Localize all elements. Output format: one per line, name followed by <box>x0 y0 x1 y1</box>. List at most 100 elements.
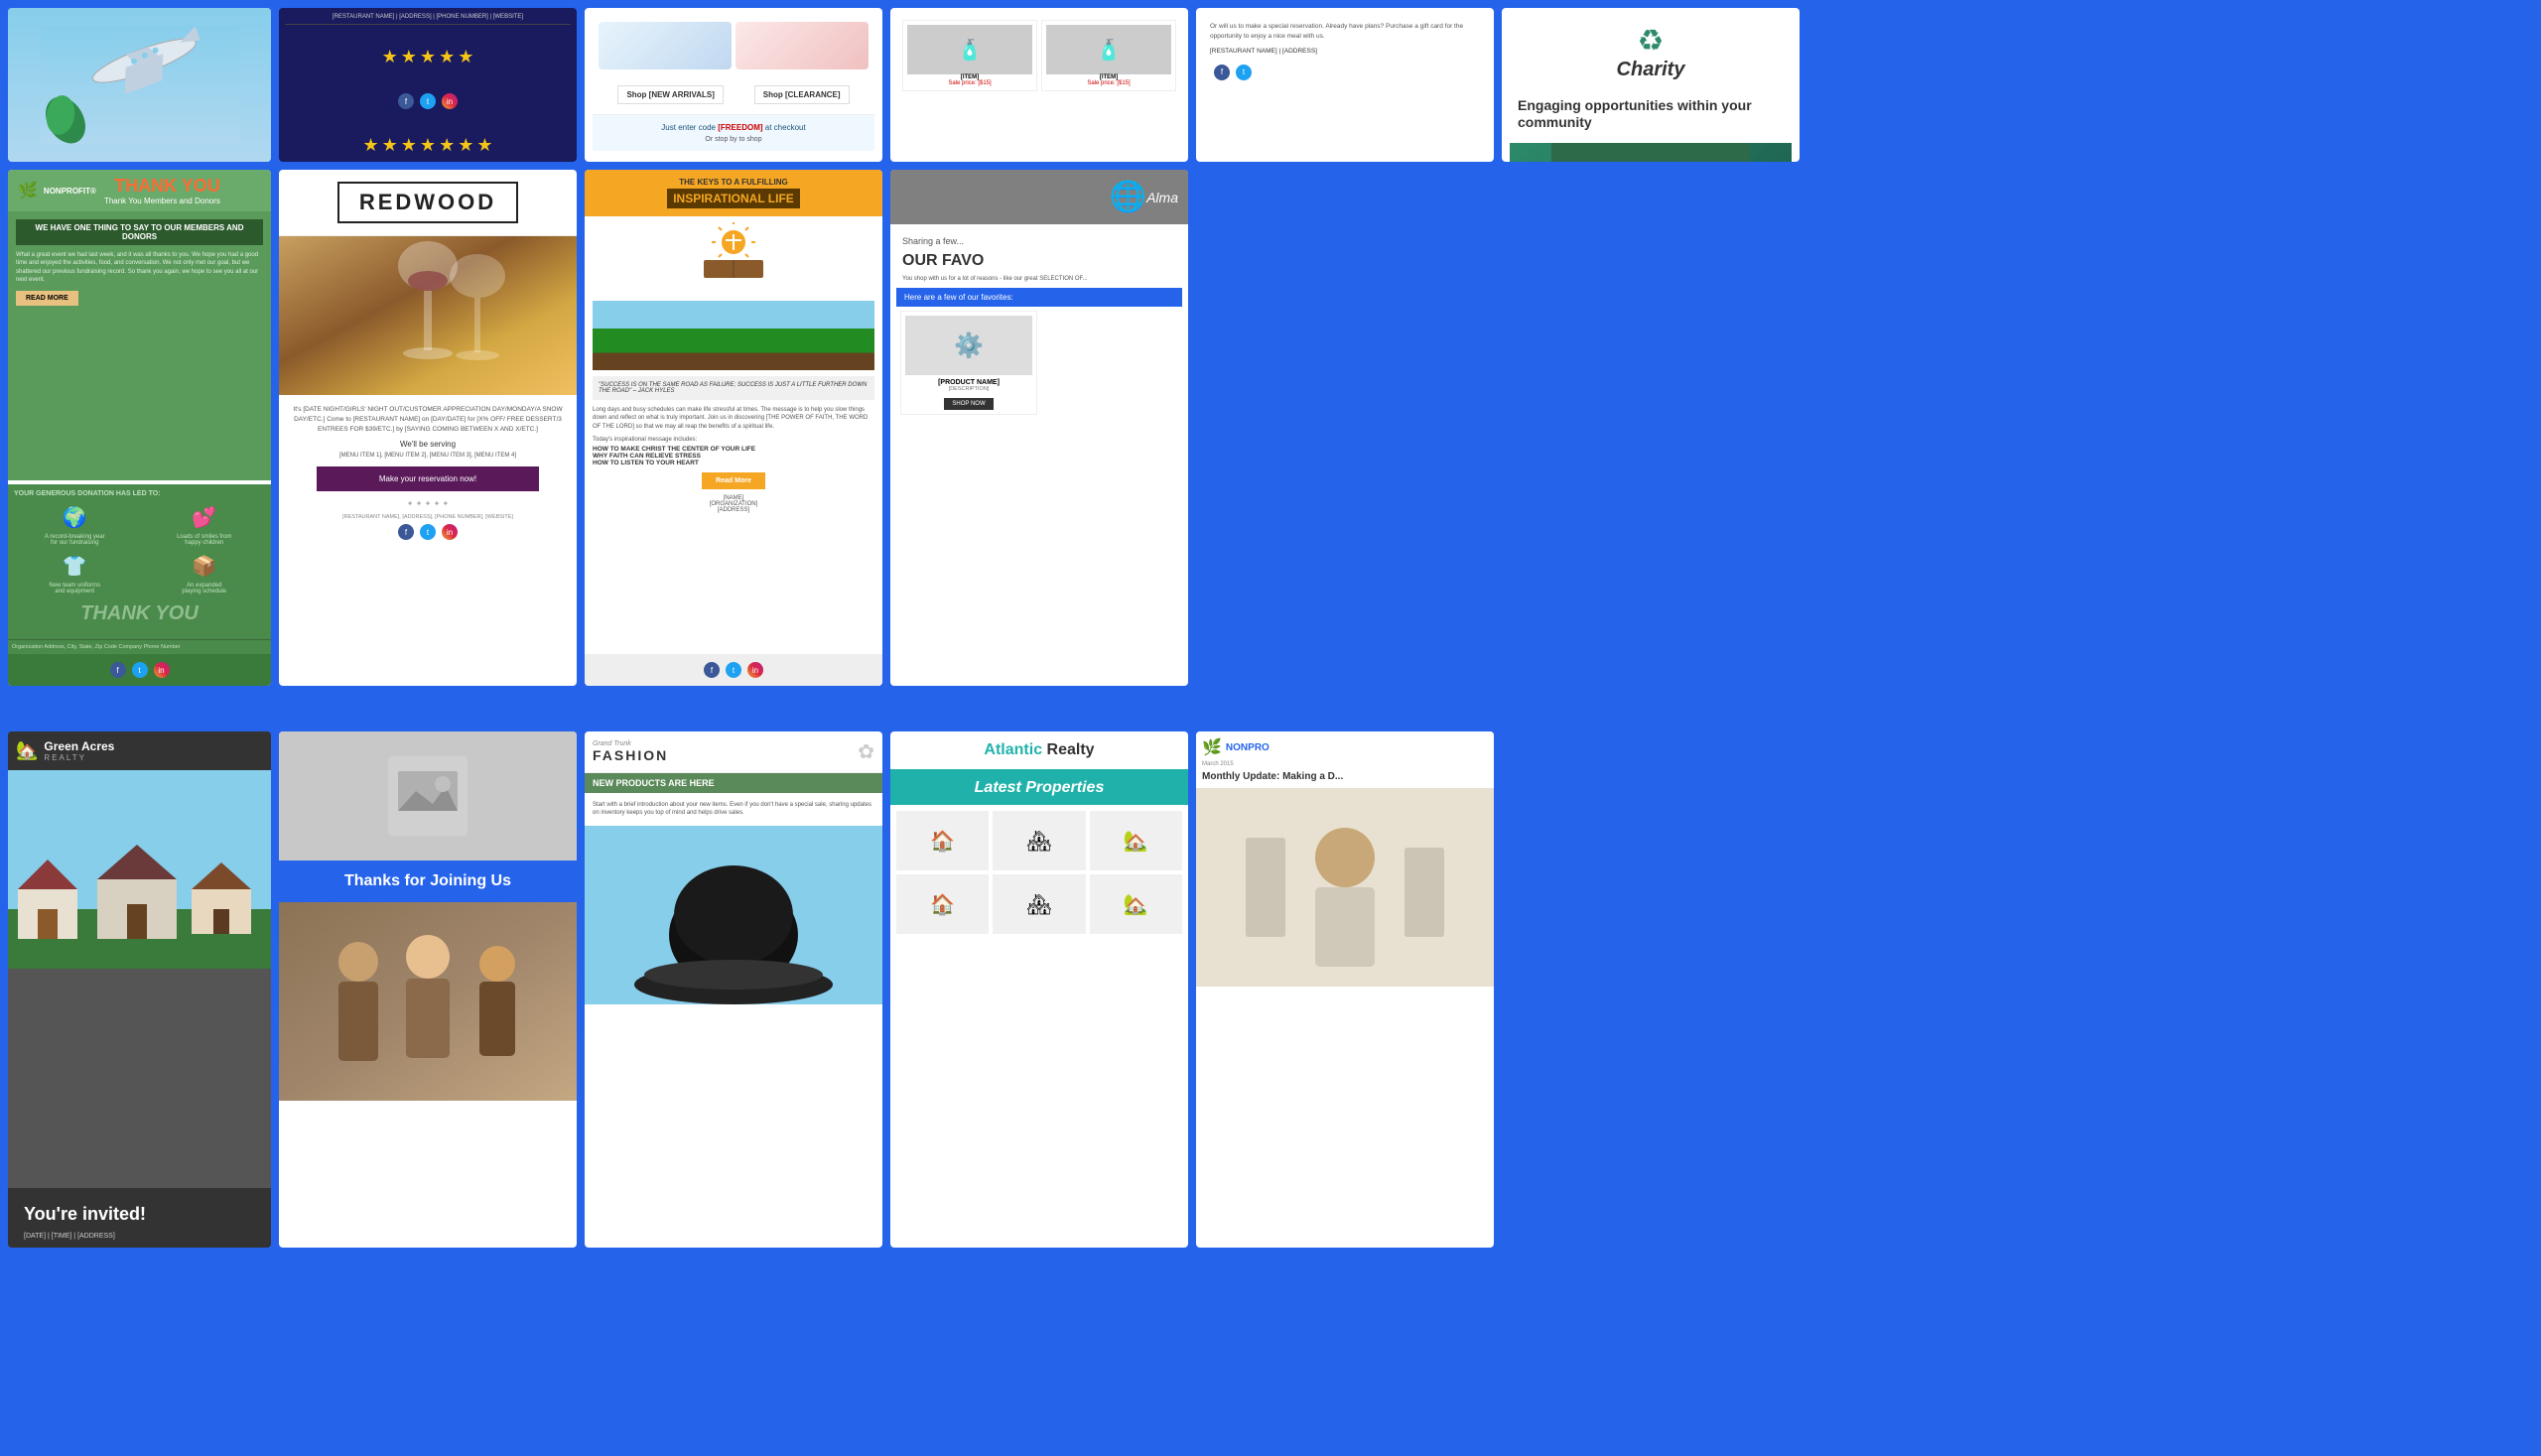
star-4: ★ <box>439 47 455 67</box>
donation-section: YOUR GENEROUS DONATION HAS LED TO: 🌍 A r… <box>8 484 271 639</box>
nonprofit-monthly-image <box>1196 788 1494 1248</box>
latest-properties-header: Latest Properties <box>890 771 1188 805</box>
sale-items-grid: 🧴 [ITEM] Sale price: [$15] 🧴 [ITEM] Sale… <box>898 16 1180 95</box>
nonprofit-monthly-date: March 2015 <box>1202 761 1488 767</box>
nonprofit-facebook-icon[interactable]: f <box>110 662 126 678</box>
nonprofit-social: f t in <box>8 654 271 686</box>
insp-twitter-icon[interactable]: t <box>726 662 741 678</box>
card-thanks-joining[interactable]: Thanks for Joining Us <box>279 731 577 1248</box>
bottom-stars: ★ ★ ★ ★ ★ ★ ★ <box>363 135 493 156</box>
insp-sun-book-icon <box>694 222 773 282</box>
sale-item-2-image: 🧴 <box>1046 25 1171 74</box>
card-nonprofit[interactable]: 🌿 NONPROFIT® THANK YOU Thank You Members… <box>8 170 271 686</box>
shop-new-arrivals[interactable]: Shop [NEW ARRIVALS] <box>617 85 723 104</box>
fashion-brand-section: Grand Trunk FASHION <box>593 740 668 763</box>
star-5: ★ <box>458 47 473 67</box>
star-1: ★ <box>382 47 398 67</box>
card-sale-items[interactable]: 🧴 [ITEM] Sale price: [$15] 🧴 [ITEM] Sale… <box>890 8 1188 162</box>
reservation-button[interactable]: Make your reservation now! <box>317 466 539 491</box>
nonprofit-monthly-logo-icon: 🌿 <box>1202 737 1222 757</box>
fashion-hat-section <box>585 826 882 1248</box>
divider: ✦ ✦ ✦ ✦ ✦ <box>289 499 567 508</box>
redwood-instagram-icon[interactable]: in <box>442 524 458 540</box>
card-partial-restaurant[interactable]: Or will us to make a special reservation… <box>1196 8 1494 162</box>
card-redwood[interactable]: REDWOOD <box>279 170 577 686</box>
redwood-facebook-icon[interactable]: f <box>398 524 414 540</box>
shop-now-button[interactable]: SHOP NOW <box>944 398 993 410</box>
shop-buttons: Shop [NEW ARRIVALS] Shop [CLEARANCE] <box>593 75 874 115</box>
insp-instagram-icon[interactable]: in <box>747 662 763 678</box>
product-gray-1: ⚙️ [PRODUCT NAME] [DESCRIPTION] SHOP NOW <box>900 311 1037 415</box>
product-gray-1-image: ⚙️ <box>905 316 1032 375</box>
nonprofit-monthly-content: 🌿 NONPRO March 2015 Monthly Update: Maki… <box>1196 731 1494 788</box>
thanks-header-image <box>279 731 577 860</box>
card-shop[interactable]: Shop [NEW ARRIVALS] Shop [CLEARANCE] Jus… <box>585 8 882 162</box>
insp-social-icons: f t in <box>589 658 878 682</box>
card-nonprofit-monthly[interactable]: 🌿 NONPRO March 2015 Monthly Update: Maki… <box>1196 731 1494 1248</box>
nonprofit-footer: Organization Address, City, State, Zip C… <box>8 639 271 654</box>
image-placeholder-icon <box>388 756 468 836</box>
card-alma-favorites[interactable]: 🌐 Alma Sharing a few... OUR FAVO You sho… <box>890 170 1188 686</box>
donation-shirt-icon: 👕 <box>63 554 87 579</box>
card-atlantic-realty[interactable]: Atlantic Realty Latest Properties 🏠 🏘 🏡 … <box>890 731 1188 1248</box>
globe-decorative-icon: 🌐 <box>1110 180 1146 214</box>
product-image-2 <box>736 22 869 69</box>
twitter-icon-partial[interactable]: t <box>1236 65 1252 80</box>
airplane-illustration <box>41 26 239 145</box>
insp-landscape-image <box>593 301 874 370</box>
card-inspirational[interactable]: THE KEYS TO A FULFILLING INSPIRATIONAL L… <box>585 170 882 686</box>
quote-box: "SUCCESS IS ON THE SAME ROAD AS FAILURE;… <box>593 376 874 400</box>
insp-facebook-icon[interactable]: f <box>704 662 720 678</box>
card-green-acres[interactable]: 🏡 Green Acres REALTY <box>8 731 271 1248</box>
restaurant-name-top: [RESTAURANT NAME] | [ADDRESS] | [PHONE N… <box>285 14 571 25</box>
nonprofit-header: 🌿 NONPROFIT® THANK YOU Thank You Members… <box>8 170 271 211</box>
green-acres-invite: You're invited! [DATE] | [TIME] | [ADDRE… <box>8 1188 271 1248</box>
star-3: ★ <box>420 47 436 67</box>
property-5: 🏘 <box>993 874 1085 934</box>
monthly-people-illustration <box>1196 788 1494 987</box>
nonprofit-social-icons: f t in <box>12 658 267 682</box>
partial-restaurant-content: Or will us to make a special reservation… <box>1204 16 1486 90</box>
card-charity[interactable]: ♻ Charity Engaging opportunities within … <box>1502 8 1800 162</box>
sale-item-2: 🧴 [ITEM] Sale price: [$15] <box>1041 20 1176 91</box>
new-products-banner: NEW PRODUCTS ARE HERE <box>585 773 882 793</box>
card-fashion[interactable]: Grand Trunk FASHION ✿ NEW PRODUCTS ARE H… <box>585 731 882 1248</box>
green-acres-header: 🏡 Green Acres REALTY <box>8 731 271 770</box>
thanks-people-section <box>279 902 577 1248</box>
green-acres-logo-icon: 🏡 <box>16 740 38 761</box>
insp-message-list: Today's inspirational message includes: … <box>593 437 874 466</box>
green-acres-main <box>8 770 271 1188</box>
nonprofit-twitter-icon[interactable]: t <box>132 662 148 678</box>
sale-item-1-image: 🧴 <box>907 25 1032 74</box>
property-1: 🏠 <box>896 811 989 870</box>
nonprofit-instagram-icon[interactable]: in <box>154 662 170 678</box>
green-acres-name-section: Green Acres REALTY <box>44 739 114 762</box>
donation-item-1: 🌍 A record-breaking yearfor our fundrais… <box>14 505 136 546</box>
stars-section: ★ ★ ★ ★ ★ <box>382 47 474 67</box>
insp-read-more-button[interactable]: Read More <box>702 472 765 489</box>
alma-body: Sharing a few... OUR FAVO You shop with … <box>890 224 1188 686</box>
social-partial: f t <box>1210 61 1480 84</box>
thanks-blue-bar: Thanks for Joining Us <box>279 860 577 902</box>
charity-tagline-section: Engaging opportunities within your commu… <box>1510 85 1792 143</box>
card-restaurant-stars[interactable]: [RESTAURANT NAME] | [ADDRESS] | [PHONE N… <box>279 8 577 162</box>
read-more-button[interactable]: READ MORE <box>16 291 78 306</box>
facebook-icon-partial[interactable]: f <box>1214 65 1230 80</box>
fashion-header: Grand Trunk FASHION ✿ <box>585 731 882 773</box>
instagram-icon[interactable]: in <box>442 93 458 109</box>
twitter-icon[interactable]: t <box>420 93 436 109</box>
facebook-icon[interactable]: f <box>398 93 414 109</box>
star-2: ★ <box>401 47 417 67</box>
nonprofit-monthly-header: 🌿 NONPRO <box>1202 737 1488 757</box>
card-travel[interactable] <box>8 8 271 162</box>
properties-grid: 🏠 🏘 🏡 🏠 🏘 🏡 <box>890 805 1188 940</box>
donation-grid: 🌍 A record-breaking yearfor our fundrais… <box>14 505 265 595</box>
charity-logo-icon: ♻ <box>1518 24 1784 59</box>
shop-clearance[interactable]: Shop [CLEARANCE] <box>754 85 850 104</box>
volunteer-image: VOLUNTEER VOLUNTEER VOLUNTEER <box>1510 143 1792 162</box>
star-rating: ★ ★ ★ ★ ★ <box>382 47 474 67</box>
fashion-body: Start with a brief introduction about yo… <box>585 793 882 826</box>
social-icons-bottom: f t in <box>394 89 462 113</box>
redwood-twitter-icon[interactable]: t <box>420 524 436 540</box>
row-spacer <box>8 694 1800 724</box>
